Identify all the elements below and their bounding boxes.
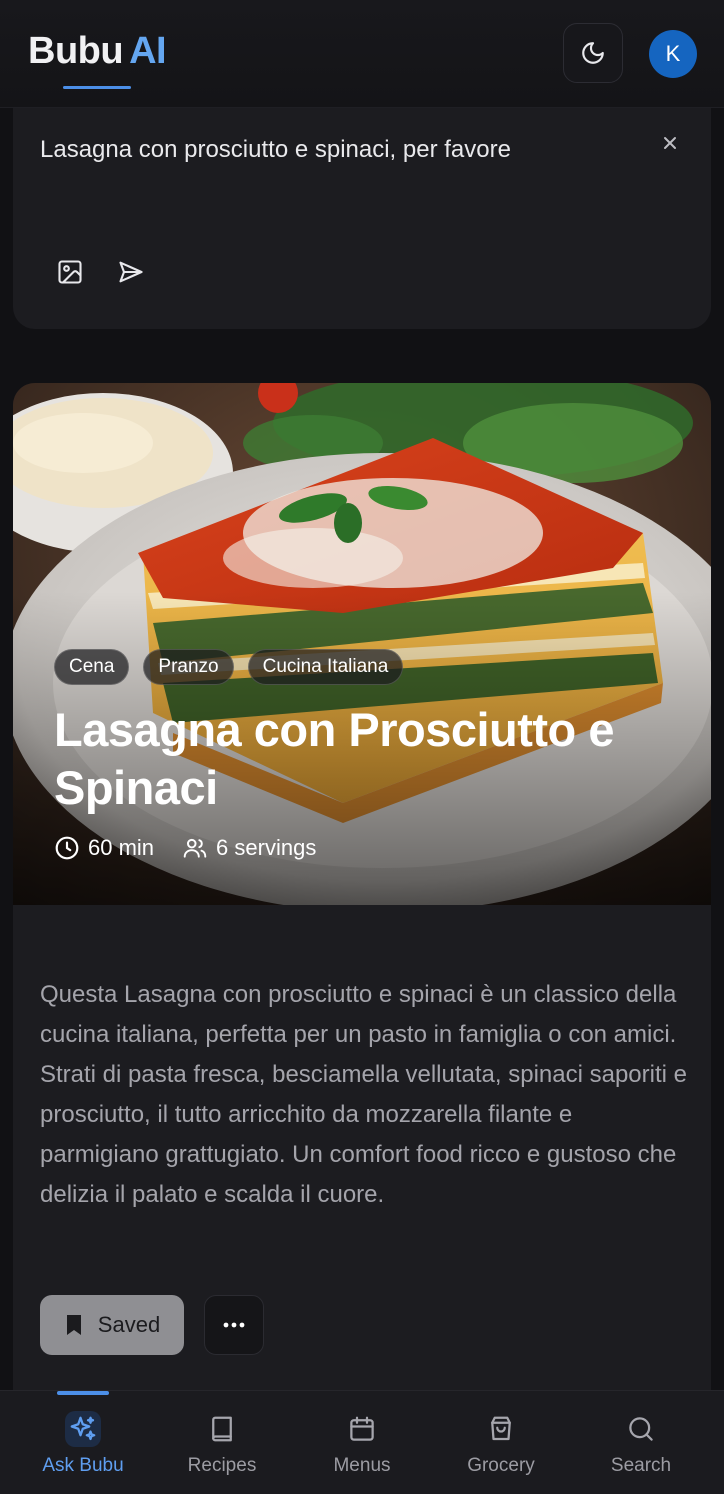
users-icon <box>183 838 207 858</box>
hero-shade <box>13 383 711 905</box>
clock-icon <box>55 836 79 860</box>
bookmark-icon <box>66 1315 81 1335</box>
prompt-card: Lasagna con prosciutto e spinaci, per fa… <box>13 108 711 329</box>
nav-label: Ask Bubu <box>42 1455 124 1476</box>
nav-item-grocery[interactable]: Grocery <box>431 1391 571 1494</box>
calendar-icon <box>344 1411 380 1447</box>
saved-button[interactable]: Saved <box>40 1295 184 1355</box>
attach-image-button[interactable] <box>56 258 84 286</box>
brand-underline <box>63 86 131 89</box>
send-icon <box>119 261 143 283</box>
image-icon <box>58 260 82 284</box>
recipe-time: 60 min <box>54 835 154 861</box>
nav-label: Menus <box>333 1455 391 1476</box>
more-icon <box>223 1322 245 1328</box>
recipe-servings-value: 6 servings <box>216 835 317 860</box>
nav-label: Grocery <box>467 1455 535 1476</box>
shopping-bag-icon <box>483 1411 519 1447</box>
theme-toggle-button[interactable] <box>563 23 623 83</box>
recipe-description: Questa Lasagna con prosciutto e spinaci … <box>40 981 687 1208</box>
search-icon <box>623 1411 659 1447</box>
nav-item-ask-bubu[interactable]: Ask Bubu <box>13 1391 153 1494</box>
active-indicator <box>57 1391 109 1395</box>
moon-icon <box>582 42 604 64</box>
sparkles-icon <box>65 1411 101 1447</box>
nav-label: Recipes <box>187 1455 257 1476</box>
prompt-input[interactable]: Lasagna con prosciutto e spinaci, per fa… <box>40 136 511 164</box>
recipe-tags: Cena Pranzo Cucina Italiana <box>54 649 404 685</box>
brand-logo[interactable]: Bubu AI <box>28 30 167 73</box>
nav-item-search[interactable]: Search <box>571 1391 711 1494</box>
top-header: Bubu AI K <box>0 0 724 108</box>
recipe-card: Cena Pranzo Cucina Italiana Lasagna con … <box>13 383 711 1403</box>
brand-ai: AI <box>129 30 167 72</box>
avatar[interactable]: K <box>649 30 697 78</box>
nav-item-recipes[interactable]: Recipes <box>152 1391 292 1494</box>
recipe-meta: 60 min 6 servings <box>54 835 344 861</box>
clear-prompt-button[interactable] <box>659 132 681 154</box>
more-options-button[interactable] <box>204 1295 264 1355</box>
close-icon <box>664 137 676 149</box>
bottom-navigation: Ask Bubu Recipes Menus Grocery Search <box>0 1390 724 1494</box>
recipe-servings: 6 servings <box>182 835 316 861</box>
tag-chip[interactable]: Cucina Italiana <box>247 649 404 685</box>
app-screen: Bubu AI K Lasagna con prosciutto e spinac… <box>0 0 724 1494</box>
book-icon <box>204 1411 240 1447</box>
recipe-title: Lasagna con Prosciutto e Spinaci <box>54 703 614 814</box>
send-button[interactable] <box>117 258 147 286</box>
recipe-hero-image: Cena Pranzo Cucina Italiana Lasagna con … <box>13 383 711 905</box>
tag-chip[interactable]: Cena <box>54 649 130 685</box>
nav-label: Search <box>610 1455 672 1476</box>
brand-name: Bubu <box>28 30 124 72</box>
saved-label: Saved <box>97 1312 161 1337</box>
recipe-time-value: 60 min <box>88 835 155 860</box>
nav-item-menus[interactable]: Menus <box>292 1391 432 1494</box>
tag-chip[interactable]: Pranzo <box>143 649 234 685</box>
